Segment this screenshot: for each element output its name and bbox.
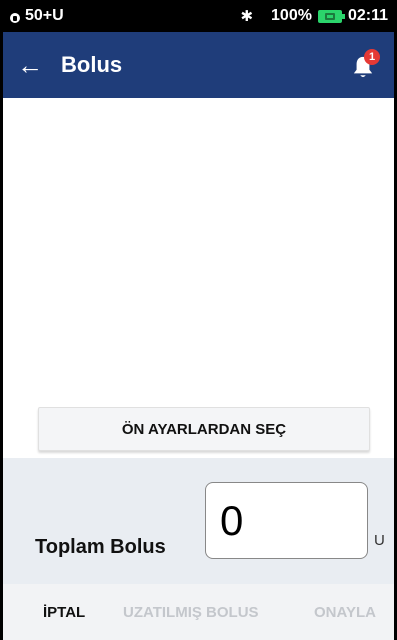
cancel-button[interactable]: İPTAL [43, 604, 85, 621]
total-bolus-section: Toplam Bolus 0 U [3, 458, 394, 584]
page-title: Bolus [61, 52, 123, 77]
status-bar: 50+U ✱ 100% 02:11 [3, 0, 394, 32]
total-bolus-label: Toplam Bolus [35, 536, 166, 558]
insulin-remaining: 50+U [25, 7, 64, 24]
notification-button[interactable]: 1 [352, 49, 380, 79]
lock-icon [9, 9, 21, 23]
battery-percent: 100% [271, 7, 312, 24]
battery-charging-icon [317, 9, 345, 23]
confirm-button[interactable]: ONAYLA [314, 604, 376, 621]
notification-badge: 1 [364, 49, 380, 65]
total-bolus-input[interactable]: 0 [205, 482, 368, 559]
unit-label: U [374, 532, 385, 549]
back-arrow-icon[interactable]: ← [17, 52, 47, 78]
content-area [3, 98, 394, 458]
action-bar: İPTAL UZATILMIŞ BOLUS ONAYLA [3, 584, 394, 640]
select-from-presets-button[interactable]: ÖN AYARLARDAN SEÇ [38, 407, 370, 451]
bluetooth-icon: ✱ [240, 8, 254, 25]
status-left: 50+U [9, 7, 64, 25]
extended-bolus-button[interactable]: UZATILMIŞ BOLUS [123, 604, 259, 621]
status-right: ✱ 100% 02:11 [240, 7, 388, 25]
app-bar: ← Bolus 1 [3, 32, 394, 98]
clock: 02:11 [347, 7, 388, 24]
